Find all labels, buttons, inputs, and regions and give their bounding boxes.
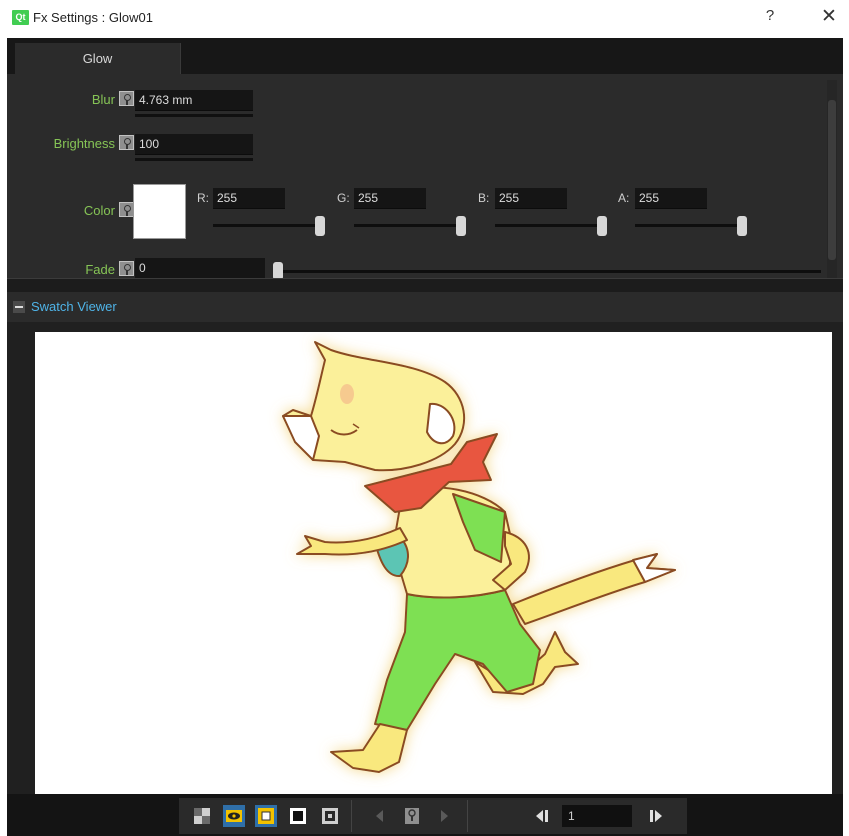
next-key-icon[interactable] xyxy=(433,805,455,827)
key-icon[interactable] xyxy=(401,805,423,827)
green-channel-slider[interactable] xyxy=(354,224,466,227)
red-channel-field[interactable]: 255 xyxy=(213,188,285,209)
red-channel-handle[interactable] xyxy=(315,216,325,236)
app-logo-icon: Qt xyxy=(12,10,29,25)
red-channel-label: R: xyxy=(197,191,209,205)
checkerboard-bg-icon[interactable] xyxy=(191,805,213,827)
prev-key-icon[interactable] xyxy=(369,805,391,827)
blur-slider-track[interactable] xyxy=(135,114,253,117)
blue-channel-handle[interactable] xyxy=(597,216,607,236)
panel-splitter[interactable] xyxy=(7,278,843,292)
green-channel-label: G: xyxy=(337,191,350,205)
fade-key-icon[interactable] xyxy=(119,261,134,276)
close-button[interactable]: ✕ xyxy=(818,5,840,29)
alpha-channel-slider[interactable] xyxy=(635,224,747,227)
window-titlebar: Qt Fx Settings : Glow01 ? ✕ xyxy=(0,0,849,38)
green-channel-field[interactable]: 255 xyxy=(354,188,426,209)
blur-field[interactable]: 4.763 mm xyxy=(135,90,253,111)
parameter-scrollbar[interactable] xyxy=(827,80,837,302)
alpha-channel-field[interactable]: 255 xyxy=(635,188,707,209)
green-channel-handle[interactable] xyxy=(456,216,466,236)
color-label: Color xyxy=(83,203,115,218)
toolbar-separator xyxy=(351,800,352,832)
brightness-field[interactable]: 100 xyxy=(135,134,253,155)
blur-key-icon[interactable] xyxy=(119,91,134,106)
black-bg-icon[interactable] xyxy=(287,805,309,827)
fade-field[interactable]: 0 xyxy=(135,258,265,279)
brightness-label: Brightness xyxy=(53,136,115,151)
parameter-scrollbar-thumb[interactable] xyxy=(828,100,836,260)
snapshot-icon[interactable] xyxy=(319,805,341,827)
running-dog-character-illustration xyxy=(282,341,676,773)
blue-channel-field[interactable]: 255 xyxy=(495,188,567,209)
viewer-toolbar: 1 xyxy=(7,794,843,836)
alpha-channel-label: A: xyxy=(618,191,630,205)
white-bg-icon[interactable] xyxy=(255,805,277,827)
blue-channel-label: B: xyxy=(478,191,490,205)
swatch-preview[interactable] xyxy=(35,332,832,794)
prev-frame-icon[interactable] xyxy=(531,805,553,827)
tab-glow[interactable]: Glow xyxy=(15,43,181,74)
tab-bar: Glow xyxy=(7,38,843,74)
eye-preview-icon[interactable] xyxy=(223,805,245,827)
toolbar-separator xyxy=(467,800,468,832)
next-frame-icon[interactable] xyxy=(645,805,667,827)
swatch-viewer-header: Swatch Viewer xyxy=(7,292,843,322)
help-button[interactable]: ? xyxy=(761,7,779,29)
red-channel-slider[interactable] xyxy=(213,224,325,227)
color-swatch[interactable] xyxy=(133,184,186,239)
brightness-slider-track[interactable] xyxy=(135,158,253,161)
frame-number-field[interactable]: 1 xyxy=(562,805,632,827)
alpha-channel-handle[interactable] xyxy=(737,216,747,236)
color-key-icon[interactable] xyxy=(119,202,134,217)
collapse-icon[interactable] xyxy=(13,301,25,313)
window-title: Fx Settings : Glow01 xyxy=(33,10,153,25)
swatch-viewer-title: Swatch Viewer xyxy=(31,299,117,314)
viewer-toolbar-group: 1 xyxy=(179,798,687,834)
blur-label: Blur xyxy=(91,92,115,107)
fade-slider[interactable] xyxy=(275,270,821,273)
parameter-area: Blur 4.763 mm Brightness 100 Color R: 25… xyxy=(7,74,843,310)
fx-settings-panel: Glow Blur 4.763 mm Brightness 100 Color … xyxy=(7,38,843,836)
fade-label: Fade xyxy=(85,262,115,277)
brightness-key-icon[interactable] xyxy=(119,135,134,150)
blue-channel-slider[interactable] xyxy=(495,224,607,227)
